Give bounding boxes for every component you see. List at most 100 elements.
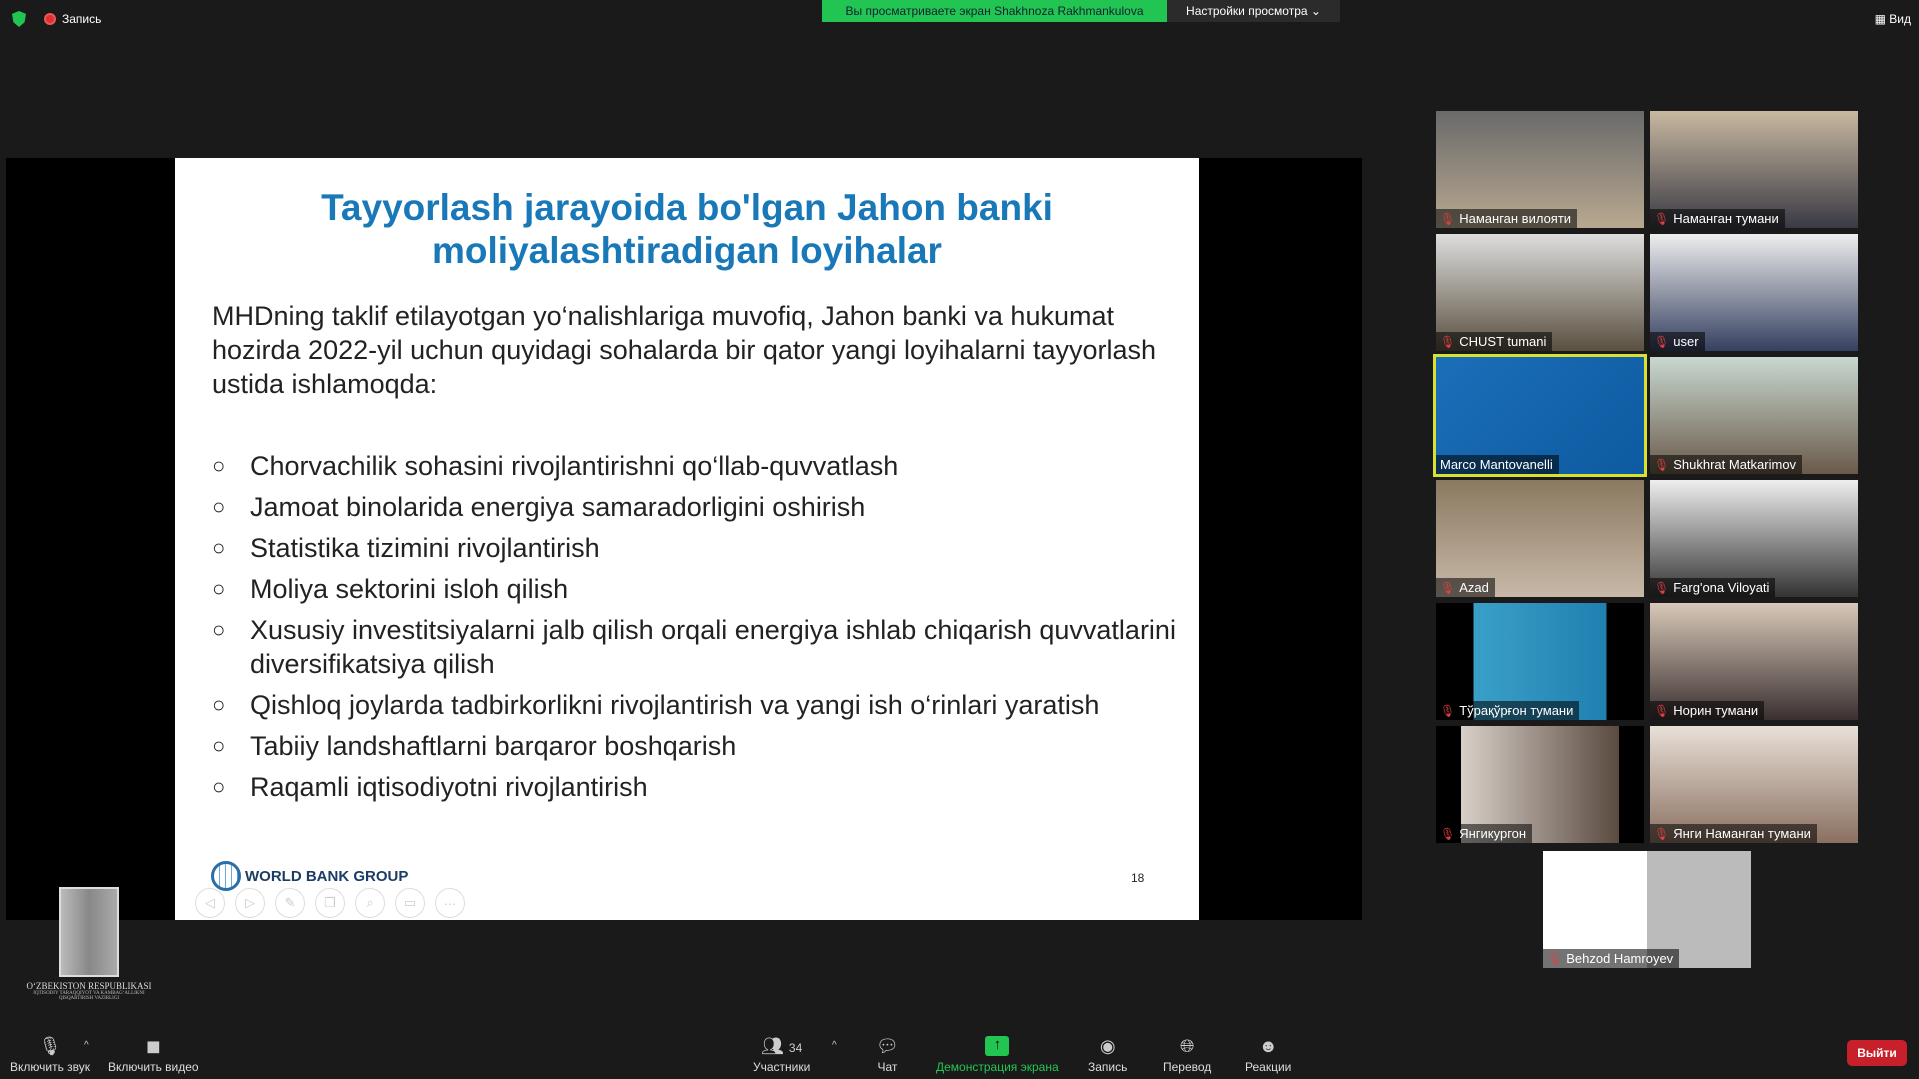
chat-icon: 💬︎ (876, 1036, 899, 1056)
bullet-text: Raqamli iqtisodiyotni rivojlantirish (250, 772, 648, 802)
muted-mic-icon: 🎙︎ (1547, 951, 1563, 966)
next-icon[interactable]: ▷ (235, 888, 265, 918)
muted-mic-icon: 🎙︎ (1440, 211, 1456, 226)
bullet-item: ○ Jamoat binolarida energiya samaradorlig… (212, 490, 1199, 524)
smiley-icon: ☻ (1258, 1036, 1278, 1056)
muted-mic-icon: 🎙︎ (1654, 211, 1670, 226)
bullet-text: Chorvachilik sohasini rivojlantirishni q… (250, 451, 899, 481)
bullet-marker: ○ (212, 617, 226, 642)
bullet-item: ○ Tabiiy landshaftlarni barqaror boshqari… (212, 729, 1199, 763)
bullet-marker: ○ (212, 774, 226, 799)
subtitles-icon[interactable]: ▭ (395, 888, 425, 918)
participant-tile[interactable]: 🎙︎ Тўрақўрғон тумани (1436, 603, 1644, 720)
share-label: Демонстрация экрана (936, 1060, 1059, 1074)
participant-name-label: 🎙︎ Наманган тумани (1650, 209, 1785, 228)
zoom-icon[interactable]: ⌕ (355, 888, 385, 918)
participant-name: Azad (1459, 580, 1489, 595)
screen-share-banner: Вы просматриваете экран Shakhnoza Rakhma… (822, 0, 1167, 22)
view-button[interactable]: ▦ Вид (1875, 12, 1911, 26)
video-label: Включить видео (108, 1060, 199, 1074)
participant-name-label: 🎙︎ Тўрақўрғон тумани (1436, 701, 1580, 720)
start-video-button[interactable]: ◼︎ Включить видео (108, 1036, 199, 1074)
share-screen-icon: ↑ (985, 1036, 1010, 1056)
participant-tile[interactable]: 🎙︎ Farg'ona Viloyati (1650, 480, 1858, 597)
bullet-item: ○ Moliya sektorini isloh qilish (212, 572, 1199, 606)
page-number: 18 (1131, 871, 1145, 885)
participants-caret[interactable]: ^ (832, 1040, 837, 1051)
participant-name: Янги Наманган тумани (1673, 826, 1811, 841)
bullet-marker: ○ (212, 733, 226, 758)
logo-text: WORLD BANK GROUP (245, 867, 409, 885)
participant-name-label: 🎙︎ Янгикургон (1436, 824, 1533, 843)
record-dot-icon (44, 13, 56, 25)
share-screen-button[interactable]: ↑ Демонстрация экрана (936, 1036, 1059, 1074)
participant-tile[interactable]: 🎙︎ Янги Наманган тумани (1650, 726, 1858, 843)
participant-name: Shukhrat Matkarimov (1673, 457, 1797, 472)
participants-button[interactable]: 👥︎ 34 Участники (753, 1036, 810, 1074)
translate-label: Перевод (1163, 1060, 1212, 1074)
participant-name: CHUST tumani (1459, 334, 1547, 349)
bullet-item: ○ Chorvachilik sohasini rivojlantirishni … (212, 449, 1199, 483)
view-settings-dropdown[interactable]: Настройки просмотра ⌄ (1167, 0, 1340, 22)
leave-button[interactable]: Выйти (1847, 1040, 1907, 1066)
participant-name-label: 🎙︎ Янги Наманган тумани (1650, 824, 1817, 843)
participant-name-label: 🎙︎ Shukhrat Matkarimov (1650, 455, 1803, 474)
muted-mic-icon: 🎙︎ (1654, 703, 1670, 718)
security-shield-icon[interactable] (12, 11, 26, 27)
bullet-marker: ○ (212, 576, 226, 601)
bullet-text: Moliya sektorini isloh qilish (250, 574, 569, 604)
participant-name: Marco Mantovanelli (1440, 457, 1553, 472)
unmute-label: Включить звук (10, 1060, 91, 1074)
ministry-logo: O‘ZBEKISTON RESPUBLIKASI IQTISODIY TARAQ… (24, 887, 154, 1001)
bullet-marker: ○ (212, 535, 226, 560)
bullet-list: ○ Chorvachilik sohasini rivojlantirishni … (212, 449, 1199, 811)
record-label: Запись (1088, 1060, 1128, 1074)
bullet-item: ○ Statistika tizimini rivojlantirish (212, 531, 1199, 565)
previous-icon[interactable]: ◁ (195, 888, 225, 918)
participant-tile[interactable]: 🎙︎ Azad (1436, 480, 1644, 597)
muted-mic-icon: 🎙︎ (1654, 826, 1670, 841)
audio-options-caret[interactable]: ^ (84, 1040, 89, 1051)
reactions-button[interactable]: ☻ Реакции (1245, 1036, 1291, 1074)
translate-button[interactable]: 🌐︎ Перевод (1163, 1036, 1211, 1074)
participants-count: 34 (788, 1041, 803, 1055)
bullet-item: ○ Qishloq joylarda tadbirkorlikni rivojla… (212, 688, 1199, 722)
pen-icon[interactable]: ✎ (275, 888, 305, 918)
participant-tile[interactable]: 🎙︎ user (1650, 234, 1858, 351)
participant-tile[interactable]: 🎙︎ Янгикургон (1436, 726, 1644, 843)
record-button[interactable]: ◉ Запись (1088, 1036, 1127, 1074)
presentation-slide: Tayyorlash jarayoida bo'lgan Jahon banki… (175, 158, 1199, 920)
participant-tile[interactable]: 🎙︎ CHUST tumani (1436, 234, 1644, 351)
participant-tile[interactable]: 🎙︎ Норин тумани (1650, 603, 1858, 720)
participants-icon: 👥︎ 34 (761, 1036, 803, 1056)
muted-mic-icon: 🎙︎ (1654, 457, 1670, 472)
participant-name: Farg'ona Viloyati (1673, 580, 1770, 595)
bullet-item: ○ Xususiy investitsiyalarni jalb qilish o… (212, 613, 1199, 681)
slide-title: Tayyorlash jarayoida bo'lgan Jahon banki… (321, 187, 1053, 271)
muted-mic-icon: 🎙︎ (1654, 334, 1670, 349)
participant-name-label: 🎙︎ Норин тумани (1650, 701, 1765, 720)
muted-mic-icon: 🎙︎ (1440, 826, 1456, 841)
bullet-text: Statistika tizimini rivojlantirish (250, 533, 600, 563)
reactions-label: Реакции (1245, 1060, 1292, 1074)
slides-icon[interactable]: ❐ (315, 888, 345, 918)
view-label: Вид (1889, 12, 1911, 26)
participant-tile[interactable]: Marco Mantovanelli (1433, 354, 1647, 477)
slide-paragraph: MHDning taklif etilayotgan yo‘nalishlari… (212, 301, 1157, 399)
recording-label: Запись (62, 12, 102, 26)
record-icon: ◉ (1099, 1036, 1116, 1056)
slideshow-controls: ◁ ▷ ✎ ❐ ⌕ ▭ ··· (195, 888, 465, 918)
participant-tile[interactable]: 🎙︎ Наманган тумани (1650, 111, 1858, 228)
bullet-text: Tabiiy landshaftlarni barqaror boshqaris… (250, 731, 737, 761)
building-icon (59, 887, 119, 977)
participant-tile[interactable]: 🎙︎ Behzod Hamroyev (1543, 851, 1751, 968)
participant-tile[interactable]: 🎙︎ Наманган вилояти (1436, 111, 1644, 228)
unmute-button[interactable]: 🎙︎ Включить звук (10, 1036, 90, 1074)
participant-tile[interactable]: 🎙︎ Shukhrat Matkarimov (1650, 357, 1858, 474)
world-bank-logo: WORLD BANK GROUP (211, 861, 408, 891)
participants-label: Участники (753, 1060, 811, 1074)
chat-button[interactable]: 💬︎ Чат (876, 1036, 899, 1074)
recording-indicator[interactable]: Запись (44, 12, 101, 26)
more-icon[interactable]: ··· (435, 888, 465, 918)
ministry-subtitle: IQTISODIY TARAQQIYOT VA KAMBAG‘ALLIKNI Q… (33, 991, 145, 1001)
